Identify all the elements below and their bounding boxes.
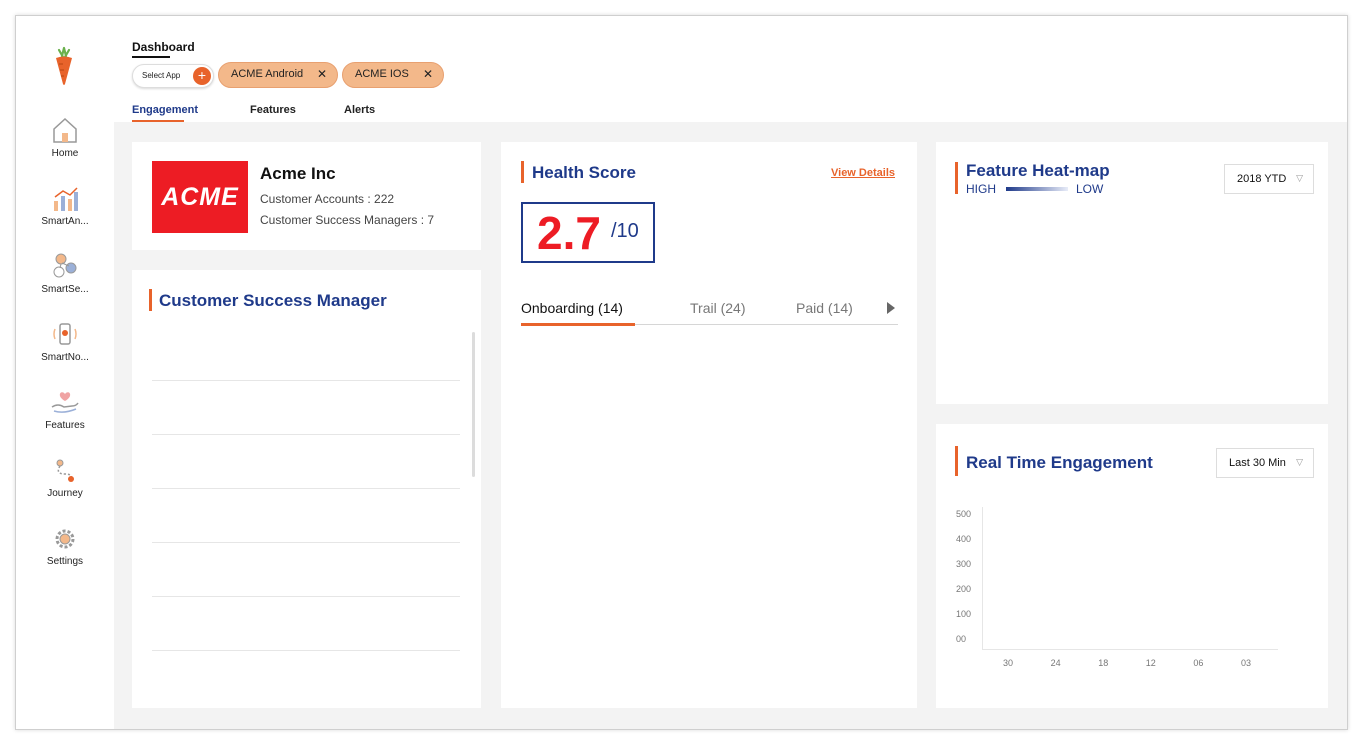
- carrot-logo-icon: [56, 46, 72, 85]
- range-dropdown-value: Last 30 Min: [1229, 457, 1286, 469]
- list-divider: [152, 488, 460, 489]
- features-icon: [51, 392, 79, 413]
- tab-engagement[interactable]: Engagement: [132, 104, 198, 116]
- legend-high-label: HIGH: [966, 182, 996, 196]
- company-card: ACME Acme Inc Customer Accounts : 222 Cu…: [132, 142, 481, 250]
- scrollbar[interactable]: [472, 332, 475, 477]
- customer-success-managers: Customer Success Managers : 7: [260, 213, 435, 227]
- legend-gradient: [1006, 187, 1068, 191]
- tab-next-arrow-icon[interactable]: [887, 302, 895, 314]
- sidebar-item-journey[interactable]: Journey: [16, 458, 114, 499]
- list-divider: [152, 542, 460, 543]
- sidebar-item-label: Home: [51, 148, 79, 159]
- y-tick-label: 400: [956, 534, 972, 544]
- sidebar-item-smartnotifications[interactable]: SmartNo...: [16, 322, 114, 363]
- x-tick-label: 06: [1193, 658, 1204, 668]
- select-app-button[interactable]: Select App +: [132, 64, 214, 88]
- tab-trail[interactable]: Trail (24): [690, 300, 746, 316]
- list-divider: [152, 380, 460, 381]
- sidebar-item-label: SmartSe...: [41, 284, 89, 295]
- segments-icon: [53, 253, 77, 278]
- plus-icon[interactable]: +: [193, 67, 211, 85]
- close-icon[interactable]: ✕: [317, 67, 327, 81]
- header: Dashboard Select App + ACME Android ✕ AC…: [114, 16, 1347, 122]
- sidebar-item-label: Features: [45, 420, 85, 431]
- period-dropdown[interactable]: 2018 YTD ▽: [1224, 164, 1314, 194]
- health-score-card: Health Score View Details 2.7 /10 Onboar…: [501, 142, 917, 708]
- x-tick-label: 12: [1145, 658, 1156, 668]
- realtime-title: Real Time Engagement: [966, 453, 1153, 472]
- heatmap-card: Feature Heat-map HIGH LOW 2018 YTD ▽: [936, 142, 1328, 404]
- y-tick-label: 00: [956, 634, 967, 644]
- sidebar-item-label: SmartNo...: [41, 352, 89, 363]
- title-underline: [132, 56, 170, 58]
- x-tick-label: 03: [1241, 658, 1252, 668]
- chip-label: ACME Android: [231, 68, 304, 80]
- analytics-icon: [54, 187, 78, 211]
- csm-title: Customer Success Manager: [159, 291, 387, 310]
- csm-card: Customer Success Manager: [132, 270, 481, 708]
- tab-alerts[interactable]: Alerts: [344, 104, 375, 116]
- health-score-title: Health Score: [532, 163, 636, 182]
- y-tick-label: 200: [956, 584, 972, 594]
- title-accent-bar: [955, 162, 958, 194]
- title-accent-bar: [149, 289, 152, 311]
- chip-label: ACME IOS: [355, 68, 409, 80]
- y-tick-label: 100: [956, 609, 972, 619]
- y-tick-label: 300: [956, 559, 972, 569]
- list-divider: [152, 596, 460, 597]
- customer-accounts: Customer Accounts : 222: [260, 192, 395, 206]
- score-box: 2.7 /10: [521, 202, 655, 263]
- tab-paid[interactable]: Paid (14): [796, 300, 853, 316]
- settings-icon: [55, 529, 75, 549]
- chevron-down-icon: ▽: [1296, 457, 1303, 467]
- health-score-max: /10: [611, 220, 639, 242]
- active-tab-indicator: [521, 323, 635, 326]
- company-logo: ACME: [152, 161, 248, 233]
- heatmap-title: Feature Heat-map: [966, 161, 1110, 180]
- close-icon[interactable]: ✕: [423, 67, 433, 81]
- sidebar-item-settings[interactable]: Settings: [16, 526, 114, 567]
- list-divider: [152, 650, 460, 651]
- x-tick-label: 24: [1050, 658, 1061, 668]
- sidebar-item-label: Settings: [46, 556, 84, 567]
- view-details-link[interactable]: View Details: [831, 167, 895, 179]
- list-divider: [152, 434, 460, 435]
- y-axis: [982, 507, 983, 649]
- sidebar: Home SmartAn... SmartSe... SmartNo... Fe…: [16, 16, 114, 729]
- sidebar-item-label: Journey: [47, 488, 83, 499]
- sidebar-item-home[interactable]: Home: [16, 116, 114, 159]
- health-score-value: 2.7: [537, 207, 601, 259]
- select-app-label: Select App: [142, 71, 181, 80]
- home-icon: [53, 117, 77, 143]
- sidebar-item-features[interactable]: Features: [16, 390, 114, 431]
- page-title: Dashboard: [132, 40, 195, 54]
- legend-low-label: LOW: [1076, 182, 1104, 196]
- company-name: Acme Inc: [260, 164, 336, 183]
- period-dropdown-value: 2018 YTD: [1237, 173, 1287, 185]
- chevron-down-icon: ▽: [1296, 173, 1303, 183]
- x-axis: [982, 649, 1278, 650]
- app-chip-android[interactable]: ACME Android ✕: [218, 62, 338, 88]
- sidebar-item-smartsegments[interactable]: SmartSe...: [16, 252, 114, 295]
- sidebar-item-label: SmartAn...: [41, 216, 89, 227]
- main-content: ACME Acme Inc Customer Accounts : 222 Cu…: [114, 122, 1347, 729]
- notifications-icon: [53, 323, 77, 345]
- title-accent-bar: [955, 446, 958, 476]
- title-accent-bar: [521, 161, 524, 183]
- realtime-card: Real Time Engagement Last 30 Min ▽ 500 40…: [936, 424, 1328, 708]
- tab-onboarding[interactable]: Onboarding (14): [521, 300, 623, 316]
- x-tick-label: 18: [1098, 658, 1109, 668]
- sidebar-item-smartanalytics[interactable]: SmartAn...: [16, 186, 114, 227]
- range-dropdown[interactable]: Last 30 Min ▽: [1216, 448, 1314, 478]
- app-chip-ios[interactable]: ACME IOS ✕: [342, 62, 444, 88]
- journey-icon: [56, 459, 74, 482]
- y-tick-label: 500: [956, 509, 972, 519]
- x-tick-label: 30: [1003, 658, 1014, 668]
- tab-features[interactable]: Features: [250, 104, 296, 116]
- app-window: Home SmartAn... SmartSe... SmartNo... Fe…: [15, 15, 1348, 730]
